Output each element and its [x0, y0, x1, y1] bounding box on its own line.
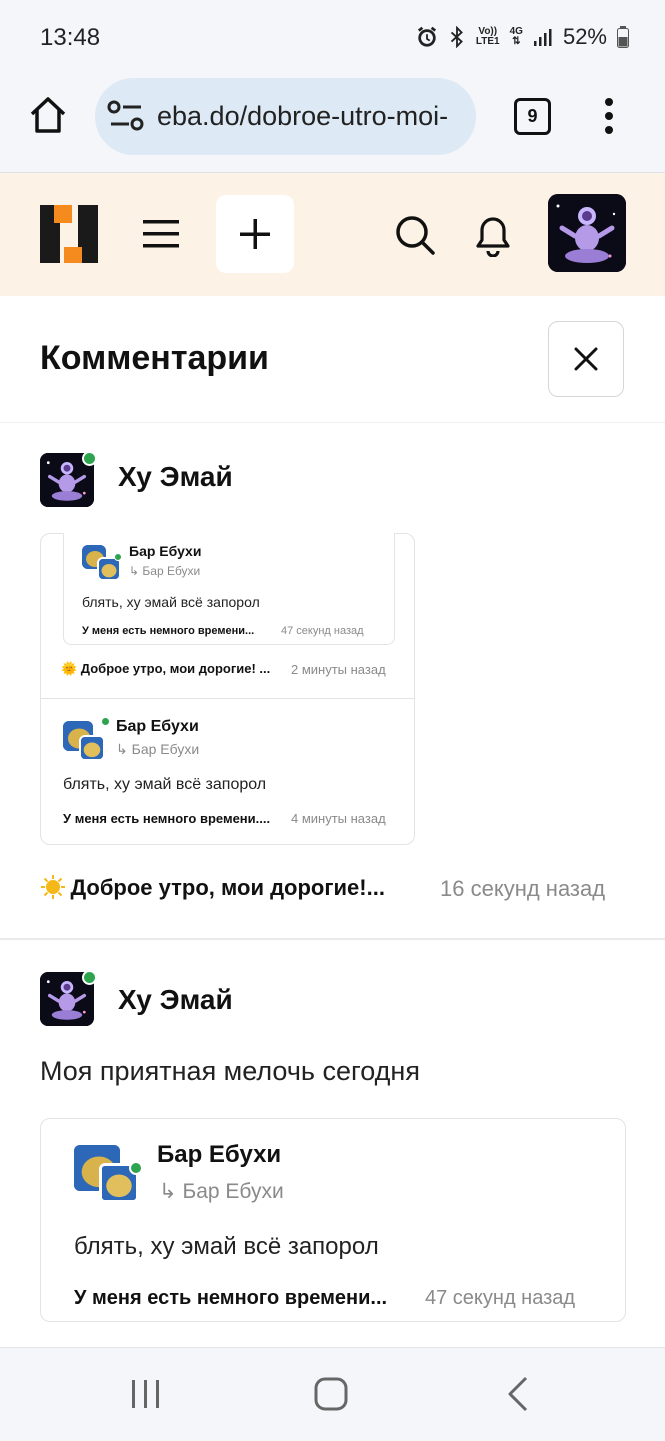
- system-navigation-bar: [0, 1347, 665, 1441]
- recent-apps-icon[interactable]: [130, 1378, 162, 1410]
- tabs-button[interactable]: 9: [514, 98, 551, 135]
- reply-post-link[interactable]: У меня есть немного времени....: [63, 811, 270, 826]
- battery-percent: 52%: [562, 24, 607, 49]
- nested-time: 47 секунд назад: [281, 625, 364, 637]
- astronaut-avatar-image: [548, 194, 626, 272]
- quoted-comment-card[interactable]: Бар Ебухи ↳ Бар Ебухи блять, ху эмай всё…: [40, 1118, 626, 1322]
- online-indicator: [114, 553, 122, 561]
- signal-icon: [533, 29, 552, 46]
- user-avatar[interactable]: [548, 194, 626, 272]
- reply-reply-to: ↳ Бар Ебухи: [116, 741, 199, 758]
- comment-author-avatar[interactable]: [40, 970, 97, 1026]
- back-icon[interactable]: [506, 1376, 530, 1412]
- nested-reply-to: ↳ Бар Ебухи: [129, 564, 200, 578]
- quoted-post-time: 2 минуты назад: [291, 662, 386, 677]
- address-bar[interactable]: eba.do/dobroe-utro-moi-: [95, 78, 476, 155]
- comment-post-link[interactable]: Доброе утро, мои дорогие!...: [70, 875, 385, 900]
- search-icon[interactable]: [394, 214, 436, 256]
- data-arrows-icon: ⇅: [512, 36, 521, 47]
- online-indicator: [82, 451, 97, 466]
- divider: [0, 422, 665, 423]
- reply-arrow-icon: ↳: [159, 1180, 183, 1203]
- site-header: [0, 173, 665, 296]
- divider: [0, 938, 665, 940]
- quoted-comment-text: блять, ху эмай всё запорол: [74, 1233, 379, 1260]
- quoted-post-line[interactable]: 🌞 Доброе утро, мои дорогие! ...: [61, 661, 270, 677]
- quoted-post-link[interactable]: У меня есть немного времени...: [74, 1287, 387, 1310]
- reply-author-name[interactable]: Бар Ебухи: [116, 718, 199, 736]
- home-nav-icon[interactable]: [314, 1377, 348, 1411]
- menu-icon[interactable]: [143, 218, 179, 250]
- more-vert-icon[interactable]: [602, 96, 616, 136]
- bear-avatar-image: [99, 559, 119, 579]
- quoted-reply-to: ↳ Бар Ебухи: [159, 1179, 284, 1204]
- bluetooth-icon: [450, 26, 463, 48]
- quoted-reply-to-name: Бар Ебухи: [182, 1180, 284, 1203]
- comments-title: Комментарии: [40, 339, 269, 377]
- sun-emoji-icon: [41, 875, 65, 899]
- status-time: 13:48: [40, 24, 101, 51]
- online-indicator: [101, 717, 110, 726]
- volte-indicator: Vo)) LTE1: [476, 27, 500, 47]
- reply-time: 4 минуты назад: [291, 811, 386, 826]
- site-settings-icon[interactable]: [107, 100, 145, 132]
- url-text[interactable]: eba.do/dobroe-utro-moi-: [157, 101, 462, 132]
- quoted-author-name[interactable]: Бар Ебухи: [157, 1141, 281, 1169]
- comment-time: 16 секунд назад: [440, 876, 606, 901]
- reply-comment-text: блять, ху эмай всё запорол: [63, 776, 267, 793]
- quoted-time: 47 секунд назад: [425, 1287, 576, 1309]
- comment-author-name[interactable]: Ху Эмай: [118, 461, 233, 493]
- reply-reply-to-name: Бар Ебухи: [131, 741, 200, 757]
- bear-avatar-small: [79, 735, 105, 761]
- browser-toolbar: eba.do/dobroe-utro-moi- 9: [0, 78, 665, 173]
- create-post-button[interactable]: [216, 195, 294, 273]
- status-bar: 13:48 Vo)) LTE1 4G ⇅ 52%: [0, 0, 665, 78]
- online-indicator: [129, 1161, 143, 1175]
- nested-post-link[interactable]: У меня есть немного времени...: [82, 625, 254, 637]
- alarm-icon: [417, 26, 436, 47]
- online-indicator: [82, 970, 97, 985]
- divider: [41, 698, 414, 699]
- network-type-indicator: 4G ⇅: [510, 27, 523, 47]
- quoted-comment-card[interactable]: Бар Ебухи ↳ Бар Ебухи блять, ху эмай всё…: [40, 533, 415, 845]
- nested-quoted-card[interactable]: Бар Ебухи ↳ Бар Ебухи блять, ху эмай всё…: [63, 533, 395, 645]
- nested-reply-to-name: Бар Ебухи: [142, 564, 201, 578]
- comment-post-line[interactable]: Доброе утро, мои дорогие!...: [40, 874, 420, 901]
- close-comments-button[interactable]: [548, 321, 624, 397]
- nested-comment-text: блять, ху эмай всё запорол: [82, 594, 260, 610]
- comment-author-avatar[interactable]: [40, 451, 97, 507]
- comment-text: Моя приятная мелочь сегодня: [40, 1056, 420, 1086]
- comment-author-name[interactable]: Ху Эмай: [118, 984, 233, 1016]
- bell-icon[interactable]: [474, 213, 512, 257]
- reply-arrow-icon: ↳: [129, 564, 143, 578]
- plus-icon: [240, 219, 270, 249]
- lte-label: LTE1: [475, 36, 500, 47]
- reply-arrow-icon: ↳: [116, 741, 132, 757]
- quoted-post-link[interactable]: 🌞 Доброе утро, мои дорогие! ...: [61, 661, 270, 676]
- battery-icon: [617, 26, 629, 48]
- status-icons: Vo)) LTE1 4G ⇅ 52%: [416, 24, 629, 50]
- home-icon[interactable]: [28, 95, 68, 135]
- bear-avatar-image: [81, 737, 103, 759]
- close-icon: [574, 347, 598, 371]
- site-logo[interactable]: [40, 205, 98, 263]
- nested-author-name[interactable]: Бар Ебухи: [129, 543, 201, 559]
